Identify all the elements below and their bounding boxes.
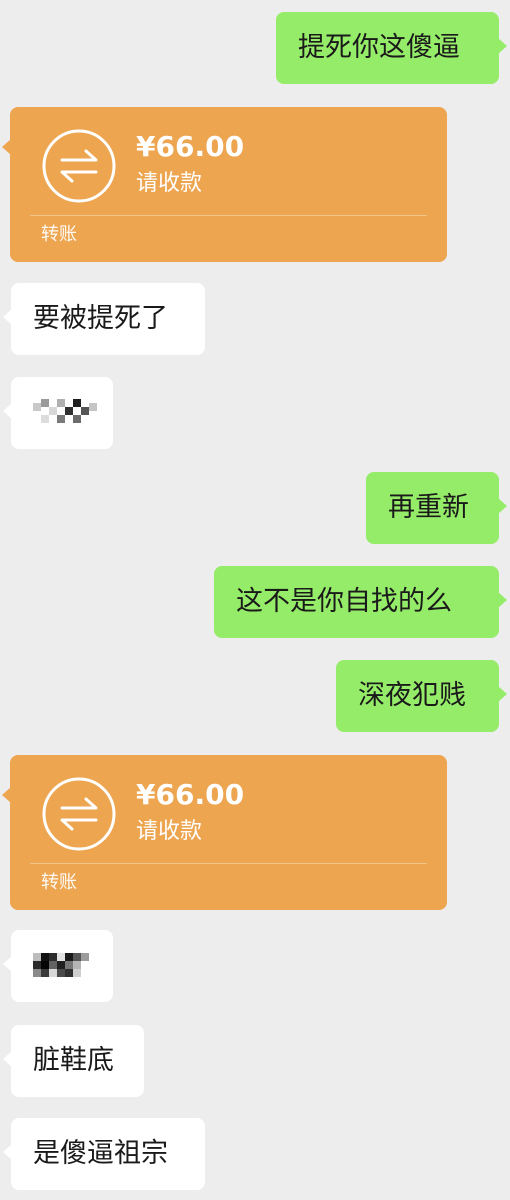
received-bubble[interactable]: 要被提死了 <box>11 283 205 355</box>
transfer-label: 转账 <box>41 224 77 245</box>
transfer-status: 请收款 <box>136 171 203 196</box>
transfer-divider <box>30 215 427 216</box>
message-sent[interactable]: 深夜犯贱 <box>336 660 499 732</box>
sent-bubble[interactable]: 提死你这傻逼 <box>276 12 499 84</box>
received-bubble[interactable]: 是傻逼祖宗 <box>11 1118 205 1190</box>
transfer-divider <box>30 863 427 864</box>
transfer-amount: ¥66.00 <box>136 778 245 811</box>
sent-bubble[interactable]: 这不是你自找的么 <box>214 566 499 638</box>
message-sent[interactable]: 再重新 <box>366 472 499 544</box>
message-text: 再重新 <box>388 492 469 523</box>
message-text: 这不是你自找的么 <box>236 586 452 617</box>
message-received[interactable]: 脏鞋底 <box>11 1025 144 1097</box>
transfer-status: 请收款 <box>136 819 203 844</box>
sent-bubble[interactable]: 再重新 <box>366 472 499 544</box>
message-text: 深夜犯贱 <box>358 680 466 711</box>
message-received[interactable]: 是傻逼祖宗 <box>11 1118 205 1190</box>
transfer-card[interactable]: ¥66.00 请收款 转账 <box>2 755 447 910</box>
pixelated-message[interactable] <box>3 377 113 449</box>
message-received[interactable]: 要被提死了 <box>11 283 205 355</box>
pixelated-message[interactable] <box>3 930 113 1002</box>
message-text: 要被提死了 <box>33 303 168 334</box>
message-sent[interactable]: 提死你这傻逼 <box>276 12 499 84</box>
transfer-amount: ¥66.00 <box>136 130 245 163</box>
received-bubble[interactable]: 脏鞋底 <box>11 1025 144 1097</box>
message-text: 脏鞋底 <box>33 1045 114 1076</box>
sent-bubble[interactable]: 深夜犯贱 <box>336 660 499 732</box>
pixelated-sticker <box>33 399 97 423</box>
message-text: 提死你这傻逼 <box>298 32 460 63</box>
transfer-label: 转账 <box>41 872 77 893</box>
chat-thread: 提死你这傻逼 ¥66.00 请收款 转账 要被提死了 再重新 这不是你自找的么 … <box>0 0 510 1200</box>
message-sent[interactable]: 这不是你自找的么 <box>214 566 499 638</box>
pixelated-sticker <box>33 953 89 977</box>
transfer-arrows-icon <box>40 127 118 205</box>
message-text: 是傻逼祖宗 <box>33 1138 168 1169</box>
transfer-card[interactable]: ¥66.00 请收款 转账 <box>2 107 447 262</box>
transfer-arrows-icon <box>40 775 118 853</box>
